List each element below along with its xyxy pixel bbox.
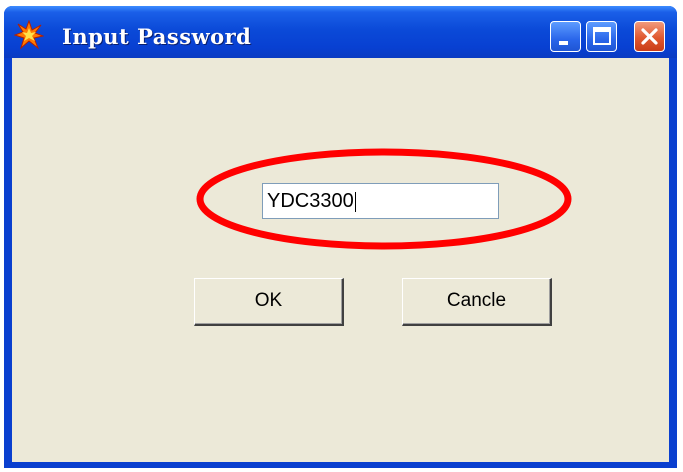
maximize-icon <box>593 27 611 45</box>
cancel-button[interactable]: Cancle <box>402 278 552 326</box>
close-button[interactable] <box>634 21 665 52</box>
burst-icon <box>14 20 44 50</box>
close-icon <box>641 28 658 45</box>
minimize-icon <box>559 41 568 45</box>
title-bar[interactable]: Input Password <box>4 6 677 58</box>
password-value: YDC3300 <box>267 190 354 212</box>
text-caret <box>354 191 356 212</box>
minimize-button[interactable] <box>550 21 581 52</box>
ok-button[interactable]: OK <box>194 278 344 326</box>
window-title: Input Password <box>62 24 252 49</box>
password-input[interactable]: YDC3300 <box>262 183 499 219</box>
maximize-button[interactable] <box>586 21 617 52</box>
dialog-window: Input Password YDC3300 OK Cancle <box>4 6 677 468</box>
dialog-body: YDC3300 OK Cancle <box>12 58 669 462</box>
